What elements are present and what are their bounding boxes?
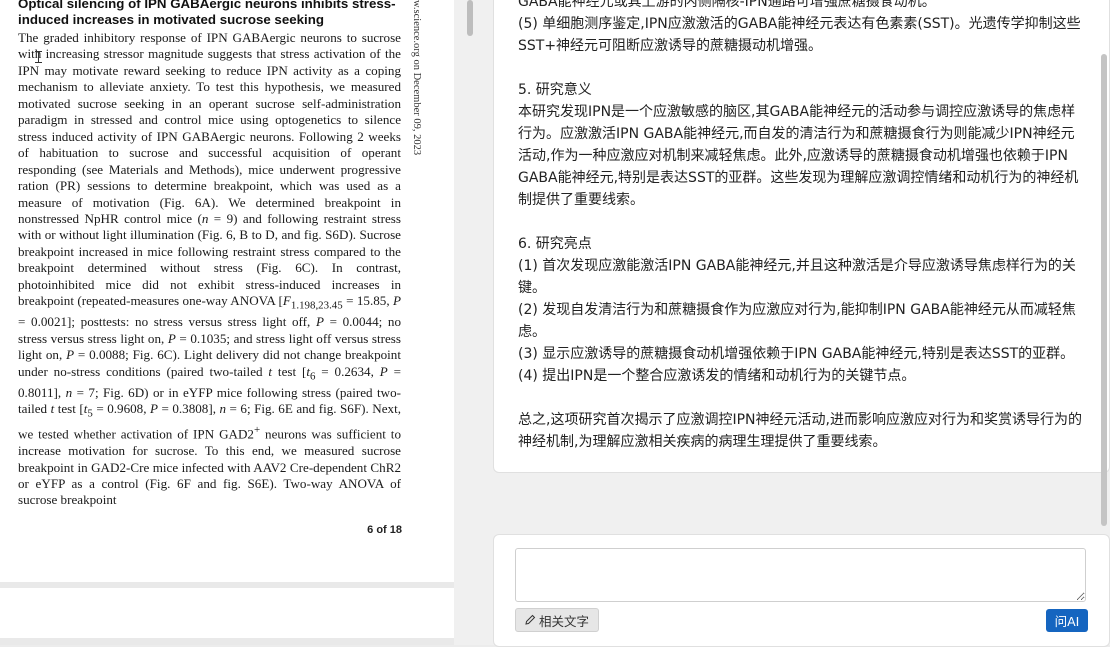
pdf-next-page: [0, 588, 454, 638]
related-text-button[interactable]: 相关文字: [515, 608, 600, 632]
answer-spacer: [518, 211, 1086, 233]
ask-ai-button[interactable]: 问AI: [1046, 609, 1088, 632]
pdf-page: Optical silencing of IPN GABAergic neuro…: [0, 0, 454, 582]
text-cursor-icon: [35, 51, 42, 63]
answer-line: (5) 单细胞测序鉴定,IPN应激激活的GABA能神经元表达有色素素(SST)。…: [518, 16, 1081, 54]
answer-line: (3) 显示应激诱导的蔗糖摄食动机增强依赖于IPN GABA能神经元,特别是表达…: [518, 346, 1075, 362]
question-box: 相关文字 问AI: [493, 534, 1110, 647]
pencil-icon: [525, 614, 536, 625]
page-number: 6 of 18: [367, 524, 402, 536]
answer-scrollbar[interactable]: [1101, 54, 1107, 526]
answer-line: 6. 研究亮点: [518, 236, 592, 252]
pdf-scrollbar[interactable]: [467, 0, 473, 36]
download-watermark: w.science.org on December 09, 2023: [408, 0, 424, 175]
answer-line: (4) 提出IPN是一个整合应激诱发的情绪和动机行为的关键节点。: [518, 368, 916, 384]
ai-chat-panel: GABA能神经元或其上游的内侧隔核-IPN通路可增强蔗糖摄食动机。 (5) 单细胞…: [454, 0, 1110, 647]
answer-line: (2) 发现自发清洁行为和蔗糖摄食作为应激应对行为,能抑制IPN GABA能神经…: [518, 302, 1076, 340]
answer-line: 5. 研究意义: [518, 82, 592, 98]
question-input[interactable]: [515, 548, 1086, 602]
related-text-label: 相关文字: [539, 613, 590, 629]
answer-line: 总之,这项研究首次揭示了应激调控IPN神经元活动,进而影响应激应对行为和奖赏诱导…: [518, 412, 1082, 450]
answer-spacer: [518, 387, 1086, 409]
ai-answer-card: GABA能神经元或其上游的内侧隔核-IPN通路可增强蔗糖摄食动机。 (5) 单细胞…: [493, 0, 1110, 473]
ai-answer-text: GABA能神经元或其上游的内侧隔核-IPN通路可增强蔗糖摄食动机。 (5) 单细胞…: [518, 0, 1086, 453]
article-paragraph: The graded inhibitory response of IPN GA…: [18, 30, 401, 508]
answer-spacer: [518, 57, 1086, 79]
section-heading: Optical silencing of IPN GABAergic neuro…: [18, 0, 396, 27]
watermark-text: w.science.org on December 09, 2023: [411, 0, 422, 156]
answer-line: (1) 首次发现应激能激活IPN GABA能神经元,并且这种激活是介导应激诱导焦…: [518, 258, 1076, 296]
answer-line: GABA能神经元或其上游的内侧隔核-IPN通路可增强蔗糖摄食动机。: [518, 0, 936, 10]
answer-line: 本研究发现IPN是一个应激敏感的脑区,其GABA能神经元的活动参与调控应激诱导的…: [518, 104, 1079, 208]
pdf-viewer[interactable]: Optical silencing of IPN GABAergic neuro…: [0, 0, 454, 645]
